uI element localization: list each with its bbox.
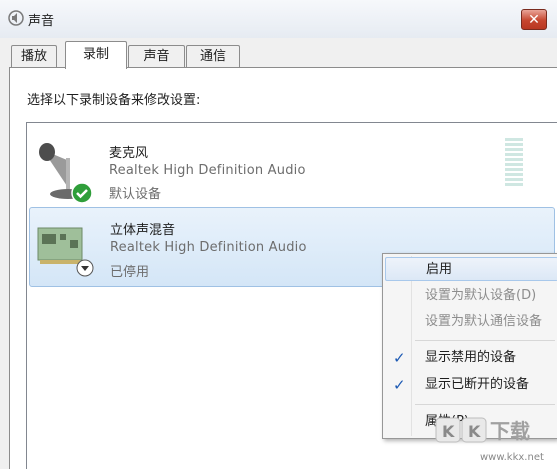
menu-item-set-default: 设置为默认设备(D) <box>385 284 557 308</box>
menu-item-label: 设置为默认通信设备 <box>425 314 543 329</box>
menu-item-show-disconnected[interactable]: ✓ 显示已断开的设备 <box>385 373 557 397</box>
menu-item-label: 显示已断开的设备 <box>425 377 530 392</box>
svg-text:K: K <box>468 422 481 441</box>
list-item-microphone[interactable]: 麦克风 Realtek High Definition Audio 默认设备 <box>29 126 555 206</box>
tab-communications[interactable]: 通信 <box>186 45 240 67</box>
menu-separator <box>415 340 555 341</box>
device-name: 麦克风 <box>109 146 149 161</box>
device-status: 已停用 <box>110 265 150 280</box>
device-status: 默认设备 <box>109 187 162 202</box>
default-check-icon <box>71 182 93 204</box>
menu-item-label: 设置为默认设备(D) <box>425 288 537 303</box>
menu-item-label: 显示禁用的设备 <box>425 350 517 365</box>
check-icon: ✓ <box>393 349 406 367</box>
svg-text:下载: 下载 <box>490 419 530 443</box>
level-meter <box>505 138 523 190</box>
watermark-url: www.kkx.net <box>480 452 544 463</box>
watermark-logo: K K 下载 <box>435 417 530 443</box>
menu-item-set-default-communication: 设置为默认通信设备 <box>385 310 557 334</box>
menu-separator <box>415 404 555 405</box>
svg-text:K: K <box>442 422 455 441</box>
title-bar: 声音 ✕ <box>0 0 557 38</box>
device-name: 立体声混音 <box>110 223 176 238</box>
device-driver: Realtek High Definition Audio <box>110 240 307 255</box>
menu-item-show-disabled[interactable]: ✓ 显示禁用的设备 <box>385 346 557 370</box>
disabled-arrow-icon <box>76 259 94 277</box>
menu-item-enable[interactable]: 启用 <box>385 257 557 281</box>
menu-item-label: 启用 <box>426 262 453 277</box>
speaker-icon <box>8 10 24 26</box>
close-button[interactable]: ✕ <box>521 9 547 30</box>
window-title: 声音 <box>28 14 55 29</box>
tab-recording[interactable]: 录制 <box>65 41 127 69</box>
device-driver: Realtek High Definition Audio <box>109 163 306 178</box>
tab-sounds[interactable]: 声音 <box>128 45 185 67</box>
instruction-text: 选择以下录制设备来修改设置: <box>27 93 201 108</box>
tab-playback[interactable]: 播放 <box>11 45 57 67</box>
check-icon: ✓ <box>393 376 406 394</box>
